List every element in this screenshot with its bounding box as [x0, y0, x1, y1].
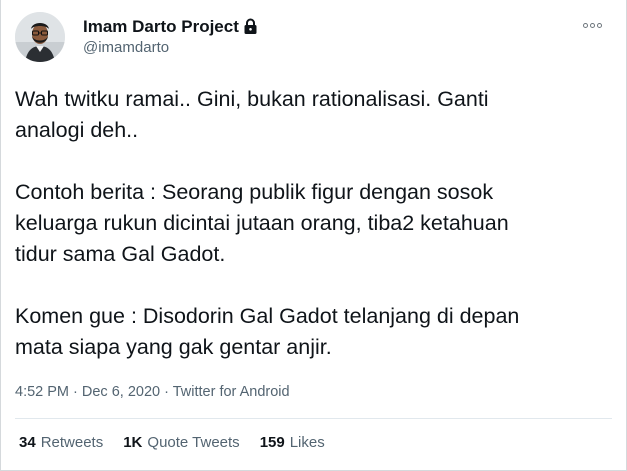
retweets-count: 34 [19, 434, 36, 451]
likes-stat[interactable]: 159 Likes [260, 433, 325, 453]
retweets-label: Retweets [40, 434, 104, 451]
avatar[interactable] [15, 12, 65, 62]
handle[interactable]: @imamdarto [83, 38, 258, 58]
quote-tweets-stat[interactable]: 1K Quote Tweets [123, 433, 239, 453]
likes-count: 159 [259, 434, 285, 451]
tweet-meta: 4:52 PM · Dec 6, 2020 · Twitter for Andr… [15, 382, 290, 402]
tweet-date[interactable]: Dec 6, 2020 [82, 384, 160, 400]
tweet-paragraph: Komen gue : Disodorin Gal Gadot telanjan… [15, 304, 520, 359]
tweet-header: Imam Darto Project @imamdarto [15, 10, 612, 64]
meta-separator: · [73, 384, 82, 400]
display-name[interactable]: Imam Darto Project [83, 16, 239, 37]
meta-separator: · [164, 384, 173, 400]
retweets-stat[interactable]: 34 Retweets [19, 433, 103, 453]
quote-tweets-count: 1K [123, 434, 143, 451]
tweet-paragraph: Contoh berita : Seorang publik figur den… [15, 180, 509, 266]
lock-icon [243, 18, 258, 35]
tweet-time[interactable]: 4:52 PM [15, 384, 69, 400]
tweet-stats: 34 Retweets 1K Quote Tweets 159 Likes [19, 433, 345, 453]
more-options-icon[interactable] [580, 16, 604, 34]
tweet-text: Wah twitku ramai.. Gini, bukan rationali… [15, 84, 612, 363]
likes-label: Likes [289, 434, 325, 451]
quote-tweets-label: Quote Tweets [147, 434, 240, 451]
author-names: Imam Darto Project @imamdarto [83, 16, 258, 58]
tweet-card: Imam Darto Project @imamdarto Wah twitku… [0, 0, 627, 471]
person-avatar-icon [15, 12, 65, 62]
tweet-source[interactable]: Twitter for Android [173, 384, 290, 400]
tweet-paragraph: Wah twitku ramai.. Gini, bukan rationali… [15, 87, 489, 142]
divider [15, 418, 612, 419]
display-name-row: Imam Darto Project [83, 16, 258, 37]
